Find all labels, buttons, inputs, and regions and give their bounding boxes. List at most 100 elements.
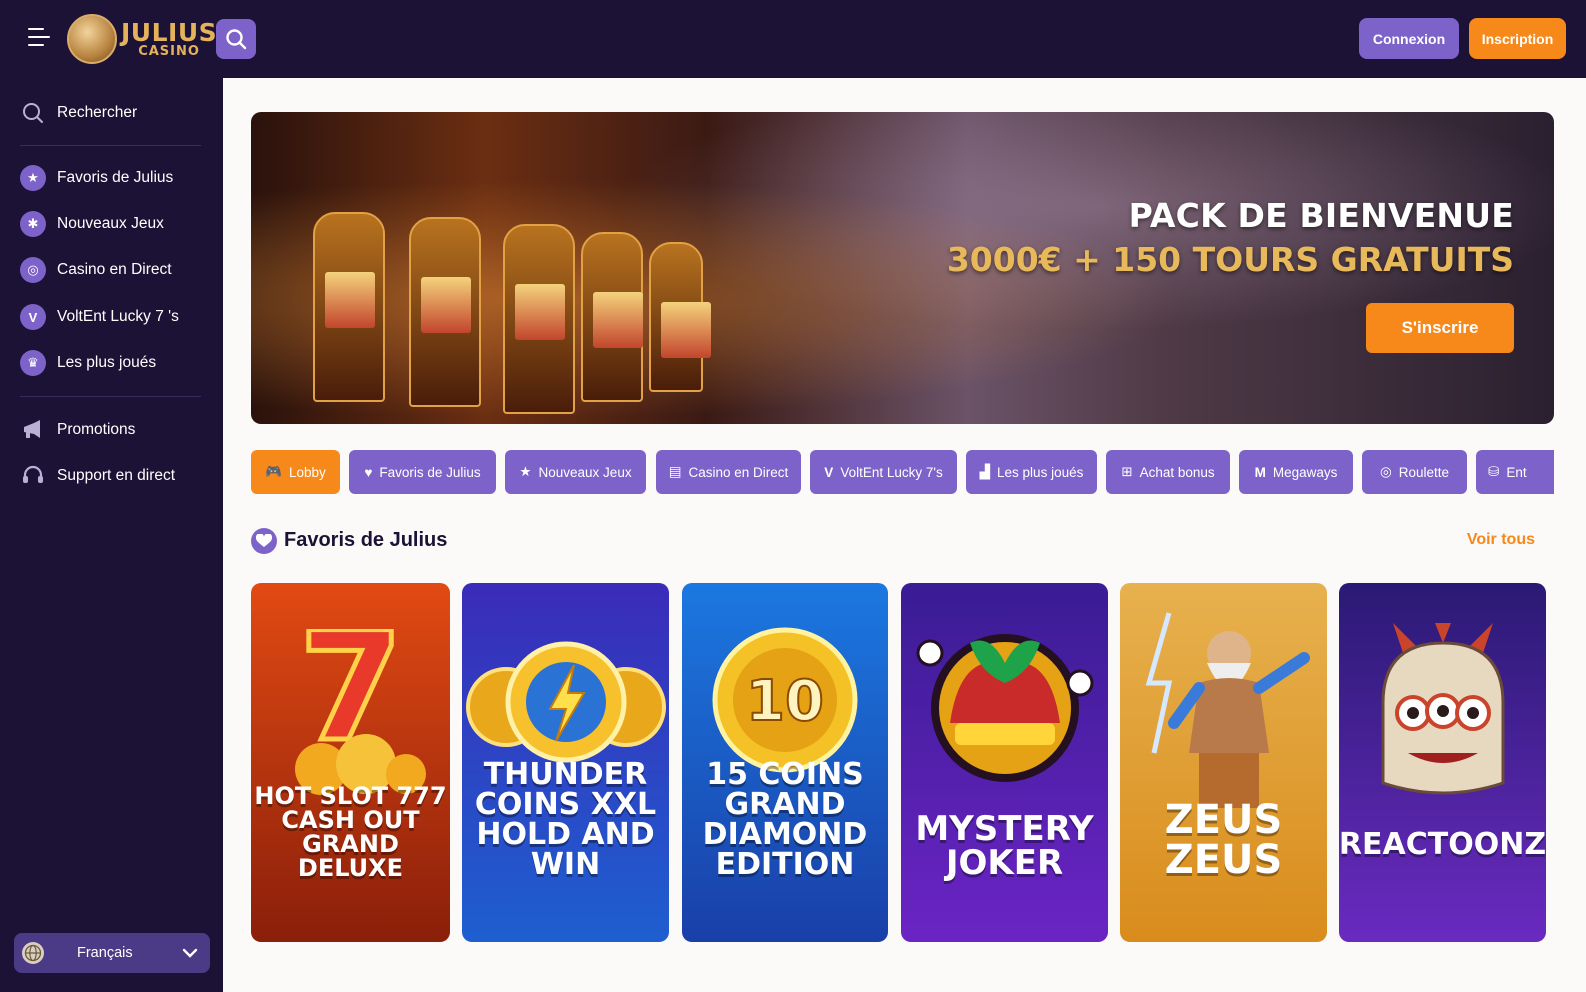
sparkle-icon: ✱ xyxy=(20,211,46,237)
logo[interactable]: JULIUS CASINO xyxy=(67,13,217,65)
game-card[interactable]: 10 15 COINS GRAND DIAMOND EDITION xyxy=(682,583,888,942)
star-icon: ★ xyxy=(20,165,46,191)
sidebar-item-live-casino[interactable]: ◎ Casino en Direct xyxy=(20,255,172,285)
sidebar-item-favorites[interactable]: ★ Favoris de Julius xyxy=(20,163,173,193)
headset-icon xyxy=(20,463,46,489)
sidebar-item-label: Favoris de Julius xyxy=(57,169,174,186)
live-icon: ▤ xyxy=(668,464,682,479)
divider xyxy=(20,396,201,397)
globe-icon xyxy=(22,942,44,964)
megaways-icon: M xyxy=(1254,464,1266,480)
tab-most-played[interactable]: ▟ Les plus joués xyxy=(966,450,1097,494)
sidebar-item-label: Casino en Direct xyxy=(57,261,172,278)
roulette-icon: ◎ xyxy=(1379,464,1392,479)
sidebar-item-new-games[interactable]: ✱ Nouveaux Jeux xyxy=(20,209,164,239)
signup-cta-button[interactable]: S'inscrire xyxy=(1366,303,1514,353)
language-label: Français xyxy=(77,945,133,961)
banner-title: PACK DE BIENVENUE xyxy=(1128,196,1514,235)
tab-label: Les plus joués xyxy=(997,464,1084,480)
tab-megaways[interactable]: M Megaways xyxy=(1239,450,1353,494)
sidebar-search-label: Rechercher xyxy=(57,104,138,121)
sidebar-item-most-played[interactable]: ♛ Les plus joués xyxy=(20,348,156,378)
login-button[interactable]: Connexion xyxy=(1359,18,1459,59)
sidebar: Rechercher ★ Favoris de Julius ✱ Nouveau… xyxy=(0,78,223,992)
sidebar-item-voltent[interactable]: V VoltEnt Lucky 7 's xyxy=(20,302,179,332)
tab-label: Roulette xyxy=(1398,464,1450,480)
menu-icon[interactable] xyxy=(28,28,52,48)
category-tabs: 🎮 Lobby ♥ Favoris de Julius ★ Nouveaux J… xyxy=(251,450,1554,494)
top-bar: JULIUS CASINO Connexion Inscription xyxy=(0,0,1586,78)
reactoonz-monster-icon xyxy=(1363,623,1523,808)
tab-label: Achat bonus xyxy=(1139,464,1215,480)
jester-hat-icon xyxy=(910,613,1100,788)
signup-button[interactable]: Inscription xyxy=(1469,18,1566,59)
tab-label: Favoris de Julius xyxy=(379,464,481,480)
tab-label: Casino en Direct xyxy=(688,464,789,480)
v-icon: V xyxy=(20,304,46,330)
game-title: REACTOONZ xyxy=(1339,827,1546,862)
slot-machine-image xyxy=(649,242,711,392)
sidebar-item-promotions[interactable]: Promotions xyxy=(20,415,135,445)
sidebar-promotions-label: Promotions xyxy=(57,421,136,438)
tab-label: Nouveaux Jeux xyxy=(538,464,632,480)
sidebar-search[interactable]: Rechercher xyxy=(20,98,137,128)
game-title: 15 COINS GRAND DIAMOND EDITION xyxy=(702,757,868,882)
sidebar-item-label: Les plus joués xyxy=(57,354,157,371)
star-icon: ★ xyxy=(519,464,532,479)
gift-icon: ⊞ xyxy=(1121,464,1133,479)
game-card[interactable]: ZEUS ZEUS xyxy=(1120,583,1327,942)
tab-roulette[interactable]: ◎ Roulette xyxy=(1362,450,1467,494)
slot-machine-image xyxy=(581,232,643,402)
slot-machine-image xyxy=(503,224,575,414)
tab-label: Megaways xyxy=(1272,464,1338,480)
zeus-character-icon xyxy=(1129,603,1319,828)
heart-icon xyxy=(251,528,277,554)
tab-label: Lobby xyxy=(289,464,326,480)
tab-bonus-buy[interactable]: ⊞ Achat bonus xyxy=(1106,450,1230,494)
chevron-down-icon xyxy=(182,945,198,965)
welcome-banner[interactable]: PACK DE BIENVENUE 3000€ + 150 TOURS GRAT… xyxy=(251,112,1554,424)
v-icon: V xyxy=(824,464,834,480)
game-title: HOT SLOT 777 CASH OUT GRAND DELUXE xyxy=(254,782,447,882)
divider xyxy=(20,145,201,146)
sidebar-item-label: Nouveaux Jeux xyxy=(57,215,164,232)
search-icon xyxy=(20,100,46,126)
tab-lobby[interactable]: 🎮 Lobby xyxy=(251,450,340,494)
game-title: THUNDER COINS XXL HOLD AND WIN xyxy=(474,757,657,882)
megaphone-icon xyxy=(20,417,46,443)
sidebar-item-support[interactable]: Support en direct xyxy=(20,461,175,491)
game-title: ZEUS ZEUS xyxy=(1164,797,1283,883)
see-all-link[interactable]: Voir tous xyxy=(1467,531,1535,549)
heart-icon: ♥ xyxy=(364,464,373,480)
logo-main-text: JULIUS xyxy=(121,18,218,47)
banner-subtitle: 3000€ + 150 TOURS GRATUITS xyxy=(946,240,1514,279)
sidebar-support-label: Support en direct xyxy=(57,467,176,484)
tab-label: VoltEnt Lucky 7's xyxy=(840,464,943,480)
game-card[interactable]: MYSTERY JOKER xyxy=(901,583,1108,942)
basket-icon: ⛁ xyxy=(1488,464,1500,479)
section-title: Favoris de Julius xyxy=(284,529,448,551)
tab-label: Ent xyxy=(1506,464,1527,480)
roulette-icon: ◎ xyxy=(20,257,46,283)
tab-ent[interactable]: ⛁ Ent xyxy=(1476,450,1554,494)
game-title: MYSTERY JOKER xyxy=(915,809,1094,883)
tab-voltent[interactable]: V VoltEnt Lucky 7's xyxy=(810,450,957,494)
trophy-icon: ♛ xyxy=(20,350,46,376)
podium-icon: ▟ xyxy=(979,464,991,479)
sidebar-item-label: VoltEnt Lucky 7 's xyxy=(57,308,179,325)
game-card[interactable]: REACTOONZ xyxy=(1339,583,1546,942)
gamepad-icon: 🎮 xyxy=(265,464,282,479)
game-card[interactable]: THUNDER COINS XXL HOLD AND WIN xyxy=(462,583,669,942)
search-button[interactable] xyxy=(216,19,256,59)
search-icon xyxy=(226,29,247,50)
slot-machine-image xyxy=(313,212,385,402)
tab-favorites[interactable]: ♥ Favoris de Julius xyxy=(349,450,496,494)
tab-new-games[interactable]: ★ Nouveaux Jeux xyxy=(505,450,646,494)
lucky-seven-icon: 7 xyxy=(276,599,426,804)
tab-live-casino[interactable]: ▤ Casino en Direct xyxy=(656,450,801,494)
game-card[interactable]: 7 HOT SLOT 777 CASH OUT GRAND DELUXE xyxy=(251,583,450,942)
slot-machine-image xyxy=(409,217,481,407)
main-content: PACK DE BIENVENUE 3000€ + 150 TOURS GRAT… xyxy=(223,78,1586,992)
language-selector[interactable]: Français xyxy=(14,933,210,973)
svg-text:10: 10 xyxy=(746,669,824,734)
